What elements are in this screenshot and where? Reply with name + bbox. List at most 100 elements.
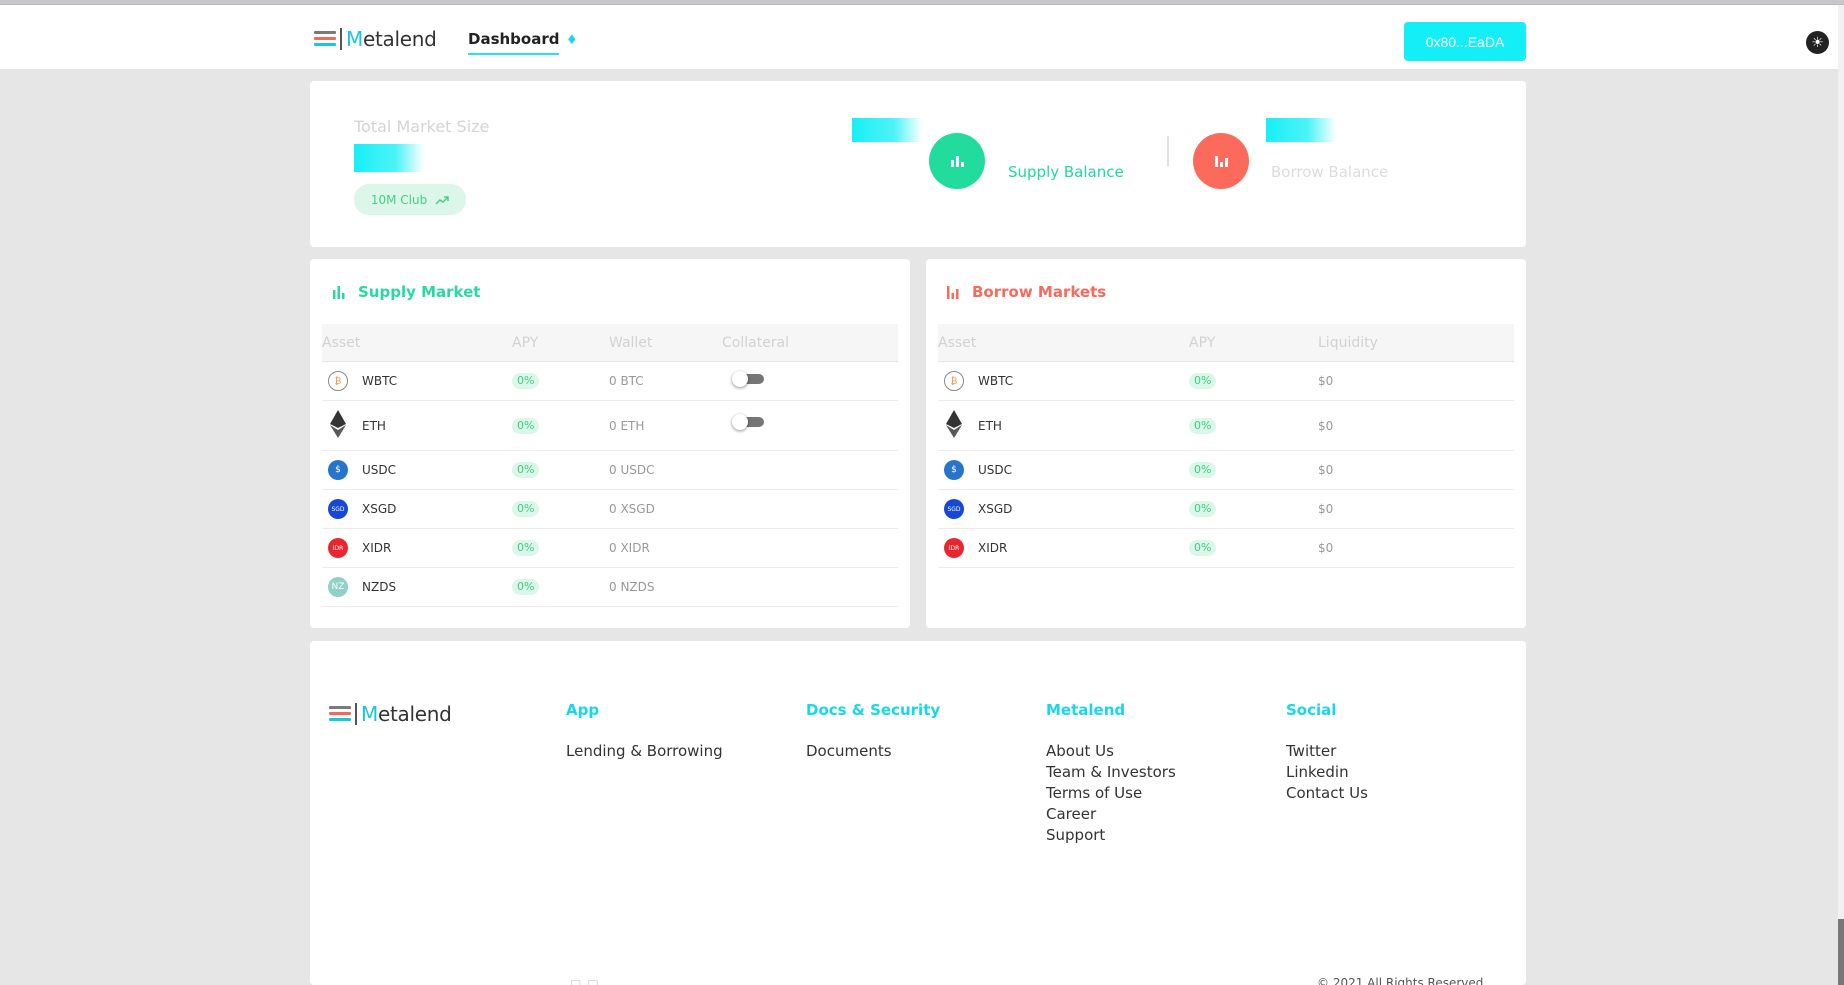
supply-row-xidr[interactable]: IDR XIDR 0% 0 XIDR [322,529,898,568]
footer-heading-metalend: Metalend [1046,701,1126,719]
wallet-balance: 0 XSGD [609,502,655,516]
total-market-size-label: Total Market Size [354,117,490,136]
borrow-table-body: ₿ WBTC 0% $0 ETH 0% $0 $ USDC 0% $0 SGD … [938,362,1514,568]
bar-chart-icon [947,286,959,299]
footer-column-social: Social Twitter Linkedin Contact Us [1286,701,1368,804]
supply-market-title: Supply Market [332,283,480,301]
borrow-row-usdc[interactable]: $ USDC 0% $0 [938,451,1514,490]
liquidity-value: $0 [1318,374,1334,388]
wallet-balance: 0 NZDS [609,580,655,594]
borrow-balance-icon [1193,133,1249,189]
footer-heading-app: App [566,701,600,719]
apy-badge: 0% [1189,540,1217,556]
liquidity-value: $0 [1318,541,1334,555]
footer-link-twitter[interactable]: Twitter [1286,741,1368,762]
medium-icon[interactable]: □ [570,977,587,985]
wallet-balance: 0 ETH [609,418,645,433]
logo-mark-icon [329,705,351,723]
footer-logo[interactable]: Metalend [329,702,452,726]
footer-column-docs: Docs & Security Documents [806,701,940,762]
xsgd-icon: SGD [944,499,964,519]
usdc-icon: $ [328,460,348,480]
diamond-icon[interactable]: ♦ [566,33,578,48]
borrow-row-xsgd[interactable]: SGD XSGD 0% $0 [938,490,1514,529]
footer-link-team-investors[interactable]: Team & Investors [1046,762,1176,783]
column-header-apy: APY [1189,335,1216,351]
borrow-row-wbtc[interactable]: ₿ WBTC 0% $0 [938,362,1514,401]
wallet-address-button[interactable]: 0x80...EaDA [1404,22,1526,61]
column-header-asset: Asset [322,335,361,351]
apy-badge: 0% [512,540,540,556]
borrow-markets-card: Borrow Markets Asset APY Liquidity ₿ WBT… [926,259,1526,628]
logo-mark-icon [314,30,336,48]
header-logo[interactable]: Metalend [314,27,437,51]
supply-balance-icon [929,133,985,189]
footer-link-support[interactable]: Support [1046,825,1176,846]
footer-link-linkedin[interactable]: Linkedin [1286,762,1368,783]
collateral-toggle-wbtc[interactable] [732,371,766,387]
wallet-balance: 0 XIDR [609,541,650,555]
xsgd-icon: SGD [328,499,348,519]
wallet-balance: 0 USDC [609,463,655,477]
supply-row-usdc[interactable]: $ USDC 0% 0 USDC [322,451,898,490]
column-header-collateral: Collateral [722,335,790,351]
wallet-balance: 0 BTC [609,374,644,388]
footer-column-app: App Lending & Borrowing [566,701,723,762]
apy-badge: 0% [1189,501,1217,517]
supply-balance-label: Supply Balance [1008,163,1124,181]
wbtc-icon: ₿ [328,371,348,391]
footer-link-contact[interactable]: Contact Us [1286,783,1368,804]
footer-link-career[interactable]: Career [1046,804,1176,825]
footer-link-lending-borrowing[interactable]: Lending & Borrowing [566,741,723,762]
trending-up-icon [435,195,449,205]
top-header: Metalend Dashboard ♦ 0x80...EaDA ☀ [0,5,1838,69]
apy-badge: 0% [1189,373,1217,389]
liquidity-value: $0 [1318,418,1334,433]
supply-row-xsgd[interactable]: SGD XSGD 0% 0 XSGD [322,490,898,529]
apy-badge: 0% [512,579,540,595]
sun-icon[interactable]: ☀ [1806,31,1829,54]
supply-row-wbtc[interactable]: ₿ WBTC 0% 0 BTC [322,362,898,401]
footer-link-terms[interactable]: Terms of Use [1046,783,1176,804]
liquidity-value: $0 [1318,463,1334,477]
market-summary-card: Total Market Size 10M Club Supply Balanc… [310,81,1526,247]
column-header-wallet: Wallet [609,335,653,351]
nav-dashboard-tab[interactable]: Dashboard [468,30,560,55]
borrow-row-eth[interactable]: ETH 0% $0 [938,401,1514,451]
logo-wordmark: Metalend [361,702,452,726]
total-market-size-value-placeholder [354,144,424,172]
usdc-icon: $ [944,460,964,480]
collateral-toggle-eth[interactable] [732,414,766,430]
footer-copyright: © 2021 All Rights Reserved [1317,976,1484,985]
page-scrollbar[interactable] [1838,5,1844,985]
footer-heading-docs: Docs & Security [806,701,941,719]
apy-badge: 0% [1189,462,1217,478]
scrollbar-thumb[interactable] [1838,919,1844,985]
supply-row-nzds[interactable]: NZ NZDS 0% 0 NZDS [322,568,898,607]
borrow-table-header: Asset APY Liquidity [938,324,1514,362]
apy-badge: 0% [1189,417,1217,434]
ten-m-club-badge: 10M Club [354,184,466,215]
eth-icon [944,409,964,438]
xidr-icon: IDR [328,538,348,558]
liquidity-value: $0 [1318,502,1334,516]
bar-chart-icon [333,286,345,299]
nzds-icon: NZ [328,577,348,597]
borrow-balance-label: Borrow Balance [1271,163,1389,181]
supply-table-body: ₿ WBTC 0% 0 BTC ETH 0% 0 ETH $ USDC 0% 0… [322,362,898,607]
supply-row-eth[interactable]: ETH 0% 0 ETH [322,401,898,451]
column-header-apy: APY [512,335,539,351]
borrow-row-xidr[interactable]: IDR XIDR 0% $0 [938,529,1514,568]
apy-badge: 0% [512,373,540,389]
supply-balance-value-placeholder [852,118,922,142]
borrow-markets-title: Borrow Markets [946,283,1106,301]
apy-badge: 0% [512,501,540,517]
footer-link-about-us[interactable]: About Us [1046,741,1176,762]
apy-badge: 0% [512,462,540,478]
logo-wordmark: Metalend [346,27,437,51]
footer-link-documents[interactable]: Documents [806,741,940,762]
footer-social-icons: □□ [570,977,605,985]
footer-heading-social: Social [1286,701,1337,719]
xidr-icon: IDR [944,538,964,558]
linkedin-icon[interactable]: □ [587,977,604,985]
